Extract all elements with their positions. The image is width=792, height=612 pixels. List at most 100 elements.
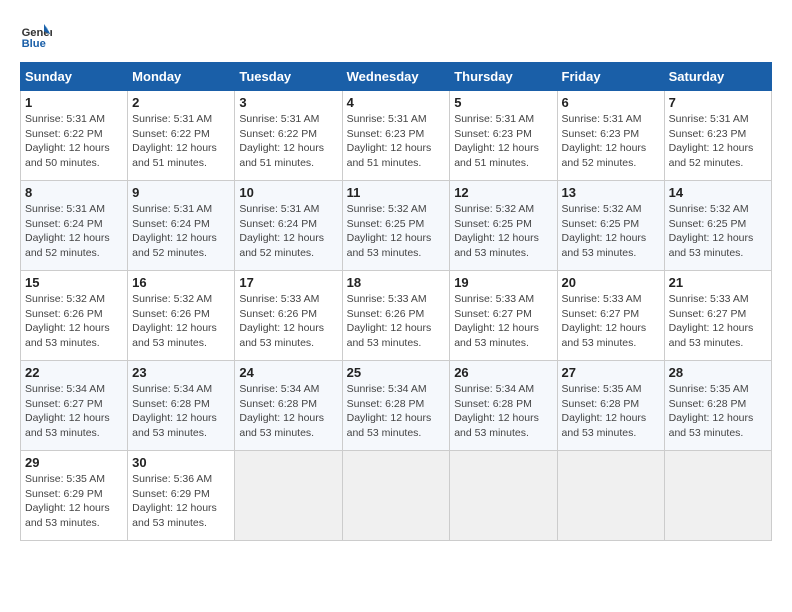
calendar-cell (450, 451, 557, 541)
svg-text:Blue: Blue (22, 38, 46, 50)
calendar-cell: 6 Sunrise: 5:31 AM Sunset: 6:23 PM Dayli… (557, 91, 664, 181)
day-info: Sunrise: 5:34 AM Sunset: 6:28 PM Dayligh… (239, 382, 337, 441)
day-number: 27 (562, 365, 660, 380)
day-number: 13 (562, 185, 660, 200)
calendar-cell: 5 Sunrise: 5:31 AM Sunset: 6:23 PM Dayli… (450, 91, 557, 181)
weekday-header-friday: Friday (557, 63, 664, 91)
day-info: Sunrise: 5:33 AM Sunset: 6:26 PM Dayligh… (239, 292, 337, 351)
day-info: Sunrise: 5:31 AM Sunset: 6:23 PM Dayligh… (562, 112, 660, 171)
calendar-cell: 11 Sunrise: 5:32 AM Sunset: 6:25 PM Dayl… (342, 181, 450, 271)
day-number: 30 (132, 455, 230, 470)
day-info: Sunrise: 5:31 AM Sunset: 6:22 PM Dayligh… (239, 112, 337, 171)
day-number: 25 (347, 365, 446, 380)
day-number: 28 (669, 365, 767, 380)
calendar: SundayMondayTuesdayWednesdayThursdayFrid… (20, 62, 772, 541)
day-info: Sunrise: 5:31 AM Sunset: 6:23 PM Dayligh… (454, 112, 552, 171)
day-info: Sunrise: 5:32 AM Sunset: 6:26 PM Dayligh… (25, 292, 123, 351)
calendar-cell: 12 Sunrise: 5:32 AM Sunset: 6:25 PM Dayl… (450, 181, 557, 271)
calendar-cell (235, 451, 342, 541)
day-number: 8 (25, 185, 123, 200)
calendar-cell: 18 Sunrise: 5:33 AM Sunset: 6:26 PM Dayl… (342, 271, 450, 361)
day-info: Sunrise: 5:32 AM Sunset: 6:26 PM Dayligh… (132, 292, 230, 351)
calendar-cell: 21 Sunrise: 5:33 AM Sunset: 6:27 PM Dayl… (664, 271, 771, 361)
weekday-row: SundayMondayTuesdayWednesdayThursdayFrid… (21, 63, 772, 91)
day-info: Sunrise: 5:32 AM Sunset: 6:25 PM Dayligh… (562, 202, 660, 261)
calendar-cell: 27 Sunrise: 5:35 AM Sunset: 6:28 PM Dayl… (557, 361, 664, 451)
calendar-cell (557, 451, 664, 541)
day-number: 15 (25, 275, 123, 290)
calendar-week-5: 29 Sunrise: 5:35 AM Sunset: 6:29 PM Dayl… (21, 451, 772, 541)
day-info: Sunrise: 5:31 AM Sunset: 6:24 PM Dayligh… (132, 202, 230, 261)
day-info: Sunrise: 5:34 AM Sunset: 6:28 PM Dayligh… (347, 382, 446, 441)
day-info: Sunrise: 5:33 AM Sunset: 6:27 PM Dayligh… (669, 292, 767, 351)
day-info: Sunrise: 5:31 AM Sunset: 6:23 PM Dayligh… (669, 112, 767, 171)
day-info: Sunrise: 5:36 AM Sunset: 6:29 PM Dayligh… (132, 472, 230, 531)
day-number: 11 (347, 185, 446, 200)
day-number: 7 (669, 95, 767, 110)
calendar-cell: 7 Sunrise: 5:31 AM Sunset: 6:23 PM Dayli… (664, 91, 771, 181)
calendar-cell: 29 Sunrise: 5:35 AM Sunset: 6:29 PM Dayl… (21, 451, 128, 541)
calendar-cell: 17 Sunrise: 5:33 AM Sunset: 6:26 PM Dayl… (235, 271, 342, 361)
page-container: General Blue SundayMondayTuesdayWednesda… (20, 20, 772, 541)
day-info: Sunrise: 5:35 AM Sunset: 6:29 PM Dayligh… (25, 472, 123, 531)
day-info: Sunrise: 5:31 AM Sunset: 6:24 PM Dayligh… (25, 202, 123, 261)
day-number: 3 (239, 95, 337, 110)
day-number: 18 (347, 275, 446, 290)
day-info: Sunrise: 5:34 AM Sunset: 6:28 PM Dayligh… (132, 382, 230, 441)
day-number: 29 (25, 455, 123, 470)
calendar-cell: 26 Sunrise: 5:34 AM Sunset: 6:28 PM Dayl… (450, 361, 557, 451)
day-number: 9 (132, 185, 230, 200)
day-number: 17 (239, 275, 337, 290)
day-number: 20 (562, 275, 660, 290)
day-number: 23 (132, 365, 230, 380)
day-number: 12 (454, 185, 552, 200)
calendar-cell: 13 Sunrise: 5:32 AM Sunset: 6:25 PM Dayl… (557, 181, 664, 271)
day-info: Sunrise: 5:34 AM Sunset: 6:27 PM Dayligh… (25, 382, 123, 441)
calendar-week-4: 22 Sunrise: 5:34 AM Sunset: 6:27 PM Dayl… (21, 361, 772, 451)
calendar-week-2: 8 Sunrise: 5:31 AM Sunset: 6:24 PM Dayli… (21, 181, 772, 271)
day-number: 5 (454, 95, 552, 110)
calendar-cell: 10 Sunrise: 5:31 AM Sunset: 6:24 PM Dayl… (235, 181, 342, 271)
weekday-header-tuesday: Tuesday (235, 63, 342, 91)
day-info: Sunrise: 5:31 AM Sunset: 6:23 PM Dayligh… (347, 112, 446, 171)
day-info: Sunrise: 5:33 AM Sunset: 6:27 PM Dayligh… (562, 292, 660, 351)
weekday-header-sunday: Sunday (21, 63, 128, 91)
calendar-cell: 23 Sunrise: 5:34 AM Sunset: 6:28 PM Dayl… (128, 361, 235, 451)
calendar-cell (342, 451, 450, 541)
calendar-cell: 28 Sunrise: 5:35 AM Sunset: 6:28 PM Dayl… (664, 361, 771, 451)
day-number: 1 (25, 95, 123, 110)
day-info: Sunrise: 5:35 AM Sunset: 6:28 PM Dayligh… (562, 382, 660, 441)
day-info: Sunrise: 5:33 AM Sunset: 6:27 PM Dayligh… (454, 292, 552, 351)
day-info: Sunrise: 5:31 AM Sunset: 6:22 PM Dayligh… (25, 112, 123, 171)
calendar-cell: 4 Sunrise: 5:31 AM Sunset: 6:23 PM Dayli… (342, 91, 450, 181)
day-number: 16 (132, 275, 230, 290)
calendar-cell: 16 Sunrise: 5:32 AM Sunset: 6:26 PM Dayl… (128, 271, 235, 361)
day-info: Sunrise: 5:31 AM Sunset: 6:22 PM Dayligh… (132, 112, 230, 171)
day-info: Sunrise: 5:32 AM Sunset: 6:25 PM Dayligh… (669, 202, 767, 261)
header: General Blue (20, 20, 772, 52)
weekday-header-saturday: Saturday (664, 63, 771, 91)
day-info: Sunrise: 5:32 AM Sunset: 6:25 PM Dayligh… (454, 202, 552, 261)
day-info: Sunrise: 5:31 AM Sunset: 6:24 PM Dayligh… (239, 202, 337, 261)
day-number: 19 (454, 275, 552, 290)
calendar-week-1: 1 Sunrise: 5:31 AM Sunset: 6:22 PM Dayli… (21, 91, 772, 181)
calendar-cell: 9 Sunrise: 5:31 AM Sunset: 6:24 PM Dayli… (128, 181, 235, 271)
calendar-cell: 20 Sunrise: 5:33 AM Sunset: 6:27 PM Dayl… (557, 271, 664, 361)
weekday-header-monday: Monday (128, 63, 235, 91)
day-info: Sunrise: 5:35 AM Sunset: 6:28 PM Dayligh… (669, 382, 767, 441)
weekday-header-wednesday: Wednesday (342, 63, 450, 91)
day-number: 26 (454, 365, 552, 380)
calendar-week-3: 15 Sunrise: 5:32 AM Sunset: 6:26 PM Dayl… (21, 271, 772, 361)
calendar-cell: 3 Sunrise: 5:31 AM Sunset: 6:22 PM Dayli… (235, 91, 342, 181)
calendar-cell: 14 Sunrise: 5:32 AM Sunset: 6:25 PM Dayl… (664, 181, 771, 271)
calendar-cell: 19 Sunrise: 5:33 AM Sunset: 6:27 PM Dayl… (450, 271, 557, 361)
calendar-header: SundayMondayTuesdayWednesdayThursdayFrid… (21, 63, 772, 91)
day-number: 14 (669, 185, 767, 200)
logo: General Blue (20, 20, 56, 52)
day-number: 10 (239, 185, 337, 200)
calendar-cell: 25 Sunrise: 5:34 AM Sunset: 6:28 PM Dayl… (342, 361, 450, 451)
day-number: 24 (239, 365, 337, 380)
day-number: 21 (669, 275, 767, 290)
day-info: Sunrise: 5:33 AM Sunset: 6:26 PM Dayligh… (347, 292, 446, 351)
calendar-cell: 15 Sunrise: 5:32 AM Sunset: 6:26 PM Dayl… (21, 271, 128, 361)
